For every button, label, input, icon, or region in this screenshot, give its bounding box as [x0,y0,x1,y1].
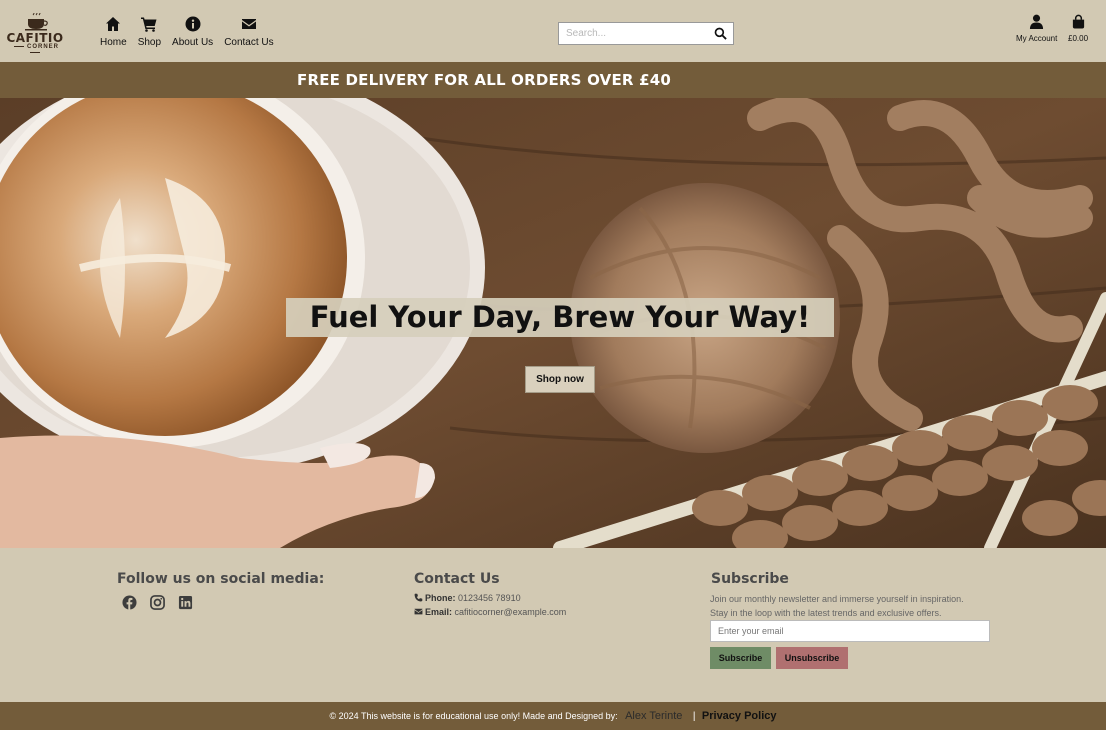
author-link[interactable]: Alex Terinte [625,710,682,722]
shop-now-button[interactable]: Shop now [525,366,595,393]
facebook-icon[interactable] [122,595,137,610]
search-input[interactable] [559,23,709,44]
linkedin-icon[interactable] [178,595,193,610]
privacy-policy-link[interactable]: Privacy Policy [702,710,777,722]
nav-home-label: Home [100,37,127,48]
copyright-bar: © 2024 This website is for educational u… [0,702,1106,730]
email-label: Email: [425,607,453,617]
hero-title: Fuel Your Day, Brew Your Way! [286,298,834,337]
shopping-bag-link[interactable]: £0.00 [1068,14,1088,43]
delivery-banner: FREE DELIVERY FOR ALL ORDERS OVER £40 [0,62,1106,98]
search-icon[interactable] [714,27,727,40]
phone-label: Phone: [425,593,456,603]
nav-about[interactable]: About Us [172,16,213,48]
contact-email: Email: cafitiocorner@example.com [414,607,566,617]
subscribe-button[interactable]: Subscribe [710,647,771,669]
logo-tagline: CORNER [4,44,66,56]
nav-shop-label: Shop [137,37,162,48]
nav-contact-label: Contact Us [224,37,274,48]
nav-shop[interactable]: Shop [138,16,161,48]
subscribe-title: Subscribe [711,571,789,587]
phone-icon [414,593,423,602]
subscribe-text-2: Stay in the loop with the latest trends … [710,608,942,618]
newsletter-email-input[interactable] [710,620,990,642]
contact-title: Contact Us [414,571,500,587]
nav-home[interactable]: Home [100,16,127,48]
my-account-label: My Account [1016,34,1058,43]
main-nav: Home Shop About Us Contact Us [100,16,285,48]
shopping-bag-icon [1072,14,1084,29]
social-title: Follow us on social media: [117,571,325,587]
subscribe-text-1: Join our monthly newsletter and immerse … [710,594,964,604]
footer-separator: | [692,711,696,722]
home-icon [106,17,121,31]
delivery-banner-text: FREE DELIVERY FOR ALL ORDERS OVER £40 [297,71,671,89]
unsubscribe-button[interactable]: Unsubscribe [776,647,848,669]
user-icon [1030,14,1044,29]
email-value[interactable]: cafitiocorner@example.com [455,607,567,617]
bag-total: £0.00 [1068,34,1089,43]
social-links [122,595,193,610]
coffee-cup-icon [25,13,48,31]
cart-icon [141,17,157,32]
info-icon [185,16,201,32]
hero-section: Fuel Your Day, Brew Your Way! Shop now [0,98,1106,548]
logo-name: CAFITIO [6,31,64,45]
site-logo[interactable]: CAFITIO CORNER [4,13,66,53]
nav-contact[interactable]: Contact Us [224,16,274,48]
my-account-link[interactable]: My Account [1016,14,1057,43]
instagram-icon[interactable] [150,595,165,610]
contact-phone: Phone: 0123456 78910 [414,593,521,603]
phone-value: 0123456 78910 [458,593,521,603]
envelope-icon [414,608,423,615]
copyright-text: © 2024 This website is for educational u… [329,711,618,721]
envelope-icon [241,19,256,29]
site-header: CAFITIO CORNER Home Shop About Us Contac… [0,0,1106,62]
site-footer: Follow us on social media: Contact Us Ph… [0,548,1106,702]
nav-about-label: About Us [172,37,214,48]
search-bar [558,22,734,45]
